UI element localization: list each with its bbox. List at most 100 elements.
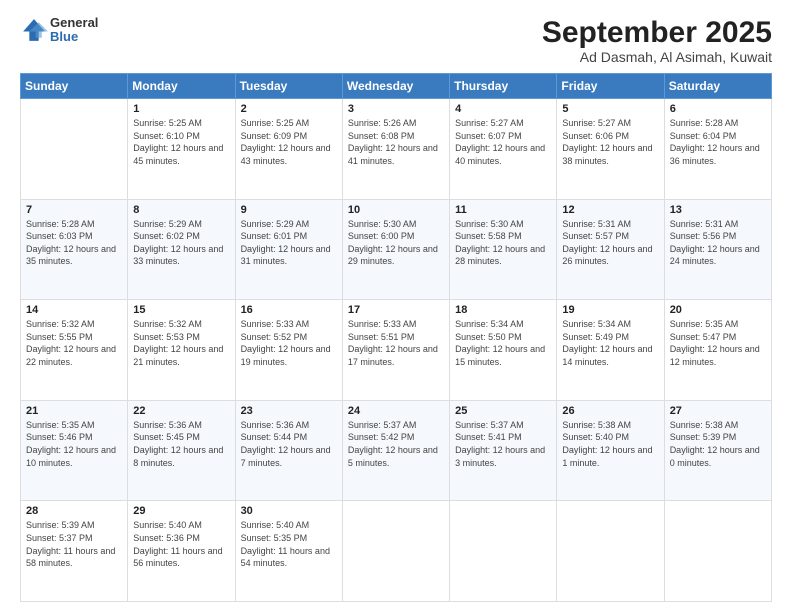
calendar-cell: 17 Sunrise: 5:33 AMSunset: 5:51 PMDayligh… [342,300,449,401]
day-number: 30 [241,505,337,517]
day-info: Sunrise: 5:27 AMSunset: 6:06 PMDaylight:… [562,117,658,167]
day-number: 23 [241,405,337,417]
calendar-cell: 23 Sunrise: 5:36 AMSunset: 5:44 PMDayligh… [235,400,342,501]
logo-icon [20,16,48,44]
calendar-cell: 30 Sunrise: 5:40 AMSunset: 5:35 PMDayligh… [235,501,342,602]
day-info: Sunrise: 5:40 AMSunset: 5:36 PMDaylight:… [133,519,229,569]
calendar-cell: 12Sunrise: 5:31 AMSunset: 5:57 PMDayligh… [557,199,664,300]
calendar-cell: 1Sunrise: 5:25 AMSunset: 6:10 PMDaylight… [128,99,235,200]
day-info: Sunrise: 5:34 AMSunset: 5:49 PMDaylight:… [562,318,658,368]
calendar-cell: 27 Sunrise: 5:38 AMSunset: 5:39 PMDayligh… [664,400,771,501]
day-info: Sunrise: 5:33 AMSunset: 5:51 PMDaylight:… [348,318,444,368]
header: General Blue September 2025 Ad Dasmah, A… [20,16,772,65]
weekday-header-friday: Friday [557,74,664,99]
month-title: September 2025 [542,16,772,49]
day-number: 24 [348,405,444,417]
calendar-cell: 14 Sunrise: 5:32 AMSunset: 5:55 PMDayligh… [21,300,128,401]
day-number: 25 [455,405,551,417]
day-number: 28 [26,505,122,517]
day-info: Sunrise: 5:29 AMSunset: 6:01 PMDaylight:… [241,218,337,268]
calendar-cell: 20 Sunrise: 5:35 AMSunset: 5:47 PMDayligh… [664,300,771,401]
day-number: 11 [455,204,551,216]
calendar-cell [21,99,128,200]
day-info: Sunrise: 5:34 AMSunset: 5:50 PMDaylight:… [455,318,551,368]
calendar-week-1: 1Sunrise: 5:25 AMSunset: 6:10 PMDaylight… [21,99,772,200]
day-info: Sunrise: 5:27 AMSunset: 6:07 PMDaylight:… [455,117,551,167]
day-number: 14 [26,304,122,316]
day-number: 1 [133,103,229,115]
weekday-header-thursday: Thursday [450,74,557,99]
day-info: Sunrise: 5:26 AMSunset: 6:08 PMDaylight:… [348,117,444,167]
day-number: 18 [455,304,551,316]
calendar-cell [342,501,449,602]
day-info: Sunrise: 5:38 AMSunset: 5:39 PMDaylight:… [670,419,766,469]
day-info: Sunrise: 5:39 AMSunset: 5:37 PMDaylight:… [26,519,122,569]
day-number: 7 [26,204,122,216]
day-number: 20 [670,304,766,316]
day-info: Sunrise: 5:32 AMSunset: 5:55 PMDaylight:… [26,318,122,368]
logo-blue-text: Blue [50,30,98,44]
weekday-header-saturday: Saturday [664,74,771,99]
calendar-header-row: SundayMondayTuesdayWednesdayThursdayFrid… [21,74,772,99]
day-info: Sunrise: 5:33 AMSunset: 5:52 PMDaylight:… [241,318,337,368]
calendar-cell: 3Sunrise: 5:26 AMSunset: 6:08 PMDaylight… [342,99,449,200]
day-number: 5 [562,103,658,115]
day-number: 27 [670,405,766,417]
calendar-cell [450,501,557,602]
day-info: Sunrise: 5:32 AMSunset: 5:53 PMDaylight:… [133,318,229,368]
calendar-cell: 24 Sunrise: 5:37 AMSunset: 5:42 PMDayligh… [342,400,449,501]
day-number: 13 [670,204,766,216]
day-info: Sunrise: 5:31 AMSunset: 5:56 PMDaylight:… [670,218,766,268]
logo-general-text: General [50,16,98,30]
calendar-cell [664,501,771,602]
calendar-cell: 11 Sunrise: 5:30 AMSunset: 5:58 PMDayligh… [450,199,557,300]
weekday-header-sunday: Sunday [21,74,128,99]
calendar-cell: 4Sunrise: 5:27 AMSunset: 6:07 PMDaylight… [450,99,557,200]
calendar-week-5: 28 Sunrise: 5:39 AMSunset: 5:37 PMDayligh… [21,501,772,602]
calendar-cell: 7 Sunrise: 5:28 AMSunset: 6:03 PMDaylight… [21,199,128,300]
day-info: Sunrise: 5:40 AMSunset: 5:35 PMDaylight:… [241,519,337,569]
day-number: 6 [670,103,766,115]
day-info: Sunrise: 5:35 AMSunset: 5:47 PMDaylight:… [670,318,766,368]
calendar-cell: 28 Sunrise: 5:39 AMSunset: 5:37 PMDayligh… [21,501,128,602]
day-number: 26 [562,405,658,417]
day-info: Sunrise: 5:28 AMSunset: 6:03 PMDaylight:… [26,218,122,268]
calendar-cell: 13 Sunrise: 5:31 AMSunset: 5:56 PMDayligh… [664,199,771,300]
day-info: Sunrise: 5:30 AMSunset: 5:58 PMDaylight:… [455,218,551,268]
day-number: 29 [133,505,229,517]
calendar-cell: 10 Sunrise: 5:30 AMSunset: 6:00 PMDayligh… [342,199,449,300]
calendar-week-3: 14 Sunrise: 5:32 AMSunset: 5:55 PMDayligh… [21,300,772,401]
calendar-cell: 21 Sunrise: 5:35 AMSunset: 5:46 PMDayligh… [21,400,128,501]
day-number: 10 [348,204,444,216]
calendar-cell: 16Sunrise: 5:33 AMSunset: 5:52 PMDayligh… [235,300,342,401]
calendar-cell: 26Sunrise: 5:38 AMSunset: 5:40 PMDayligh… [557,400,664,501]
calendar-cell: 22 Sunrise: 5:36 AMSunset: 5:45 PMDayligh… [128,400,235,501]
calendar-cell: 29 Sunrise: 5:40 AMSunset: 5:36 PMDayligh… [128,501,235,602]
calendar-cell: 15Sunrise: 5:32 AMSunset: 5:53 PMDayligh… [128,300,235,401]
day-number: 12 [562,204,658,216]
day-info: Sunrise: 5:37 AMSunset: 5:42 PMDaylight:… [348,419,444,469]
day-info: Sunrise: 5:37 AMSunset: 5:41 PMDaylight:… [455,419,551,469]
logo-text: General Blue [50,16,98,45]
day-number: 22 [133,405,229,417]
calendar-week-4: 21 Sunrise: 5:35 AMSunset: 5:46 PMDayligh… [21,400,772,501]
day-info: Sunrise: 5:36 AMSunset: 5:44 PMDaylight:… [241,419,337,469]
day-number: 17 [348,304,444,316]
day-info: Sunrise: 5:35 AMSunset: 5:46 PMDaylight:… [26,419,122,469]
calendar-cell [557,501,664,602]
calendar-cell: 5 Sunrise: 5:27 AMSunset: 6:06 PMDaylight… [557,99,664,200]
calendar-cell: 9Sunrise: 5:29 AMSunset: 6:01 PMDaylight… [235,199,342,300]
weekday-header-wednesday: Wednesday [342,74,449,99]
day-info: Sunrise: 5:25 AMSunset: 6:09 PMDaylight:… [241,117,337,167]
calendar-cell: 6Sunrise: 5:28 AMSunset: 6:04 PMDaylight… [664,99,771,200]
weekday-header-monday: Monday [128,74,235,99]
day-number: 2 [241,103,337,115]
day-number: 21 [26,405,122,417]
logo: General Blue [20,16,98,45]
weekday-header-tuesday: Tuesday [235,74,342,99]
day-number: 8 [133,204,229,216]
day-info: Sunrise: 5:36 AMSunset: 5:45 PMDaylight:… [133,419,229,469]
calendar-cell: 8Sunrise: 5:29 AMSunset: 6:02 PMDaylight… [128,199,235,300]
day-info: Sunrise: 5:30 AMSunset: 6:00 PMDaylight:… [348,218,444,268]
calendar-cell: 19Sunrise: 5:34 AMSunset: 5:49 PMDayligh… [557,300,664,401]
